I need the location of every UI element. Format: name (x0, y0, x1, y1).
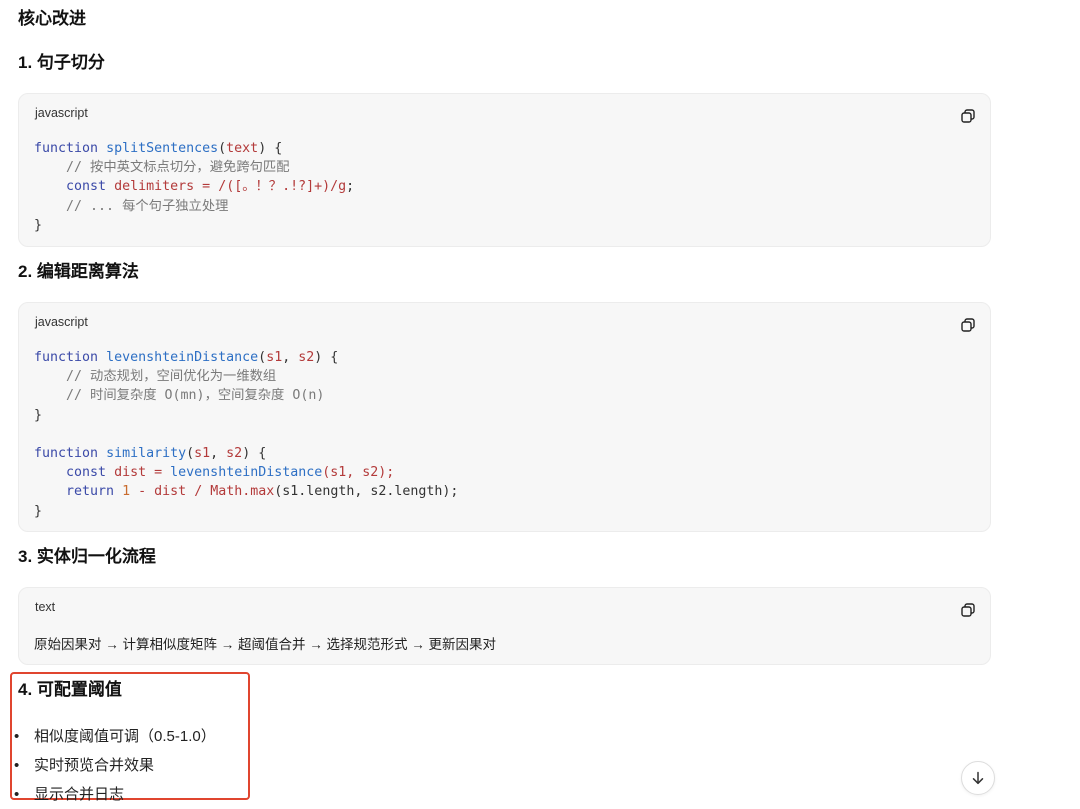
copy-icon[interactable] (960, 602, 976, 618)
flow-text: 原始因果对 → 计算相似度矩阵 → 超阈值合并 → 选择规范形式 → 更新因果对 (34, 637, 497, 652)
scroll-to-bottom-button[interactable] (961, 761, 995, 795)
heading-entity-normalization: 3. 实体归一化流程 (18, 547, 156, 566)
code-lang-label: javascript (35, 106, 88, 120)
code-block-edit-distance: javascript function levenshteinDistance(… (18, 302, 991, 532)
list-item: 实时预览合并效果 (14, 751, 216, 780)
code-block-flow: text 原始因果对 → 计算相似度矩阵 → 超阈值合并 → 选择规范形式 → … (18, 587, 991, 665)
list-item: 显示合并日志 (14, 780, 216, 809)
list-item: 相似度阈值可调（0.5-1.0） (14, 722, 216, 751)
code-block-sentence-split: javascript function splitSentences(text)… (18, 93, 991, 247)
heading-sentence-split: 1. 句子切分 (18, 53, 105, 72)
copy-icon[interactable] (960, 317, 976, 333)
heading-configurable-threshold: 4. 可配置阈值 (18, 680, 122, 699)
code-content: function splitSentences(text) { // 按中英文标… (34, 141, 355, 233)
section-title: 核心改进 (18, 9, 86, 28)
copy-icon[interactable] (960, 108, 976, 124)
threshold-list: 相似度阈值可调（0.5-1.0） 实时预览合并效果 显示合并日志 (14, 722, 216, 809)
code-lang-label: text (35, 600, 56, 614)
heading-edit-distance: 2. 编辑距离算法 (18, 262, 139, 281)
arrow-down-icon (972, 771, 984, 785)
code-lang-label: javascript (35, 315, 88, 329)
code-content: function levenshteinDistance(s1, s2) { /… (34, 350, 459, 519)
